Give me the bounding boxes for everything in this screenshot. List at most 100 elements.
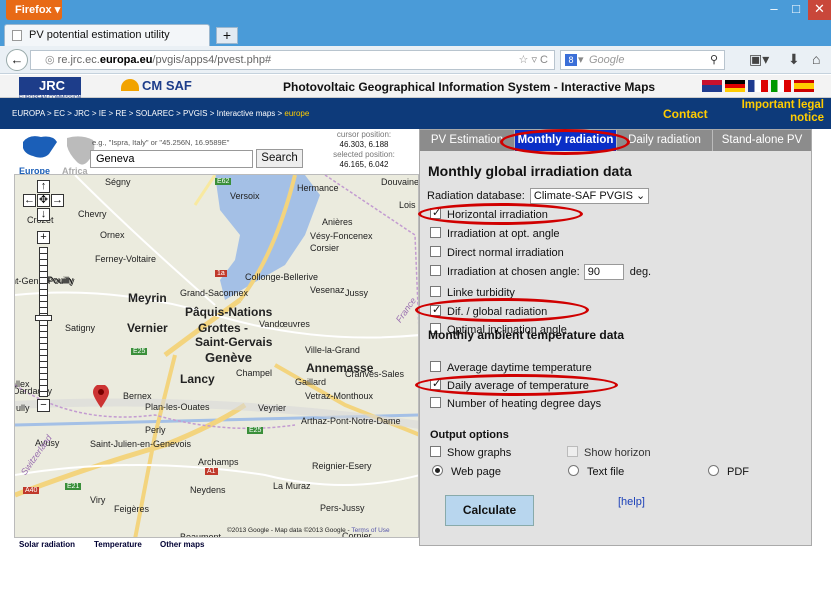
angle-unit: deg.	[629, 266, 652, 278]
location-search-input[interactable]	[90, 150, 253, 168]
zoom-out-icon[interactable]: −	[37, 399, 50, 412]
bookmarks-icon[interactable]: ▣▾	[749, 51, 769, 68]
calculate-button[interactable]: Calculate	[445, 495, 534, 526]
minimize-icon[interactable]: –	[763, 0, 785, 20]
map-label: Satigny	[65, 323, 96, 333]
chosen-angle-input[interactable]: 90	[583, 264, 624, 280]
home-icon[interactable]: ⌂	[812, 51, 820, 67]
map-label: Anières	[322, 217, 353, 227]
browser-tab[interactable]: PV potential estimation utility	[4, 24, 210, 46]
map-label: Genève	[205, 350, 252, 365]
titlebar: Firefox ▾ – □ ✕	[0, 0, 831, 24]
breadcrumb-links[interactable]: EUROPA > EC > JRC > IE > RE > SOLAREC > …	[12, 109, 284, 118]
help-link[interactable]: [help]	[618, 496, 645, 508]
pdf-radio[interactable]	[708, 465, 719, 476]
flag-fr-icon[interactable]	[748, 80, 768, 92]
temperature-option-label: Number of heating degree days	[447, 398, 602, 410]
cmsaf-logo[interactable]: CM SAF	[121, 78, 192, 93]
globe-icon: ◎	[45, 54, 58, 66]
radiation-option-checkbox[interactable]	[430, 286, 441, 297]
map-label: Viry	[90, 495, 106, 505]
selected-position-marker-icon[interactable]	[93, 384, 109, 408]
text-file-option[interactable]: Text file	[568, 465, 624, 478]
radiation-option-label: Irradiation at opt. angle	[447, 228, 560, 240]
search-bar[interactable]: 8 ▾ Google ⚲	[560, 50, 725, 70]
radiation-option-label: Irradiation at chosen angle:	[447, 266, 580, 278]
contact-link[interactable]: Contact	[663, 107, 708, 121]
tab-other-maps[interactable]: Other maps	[160, 540, 204, 549]
radiation-option[interactable]: Irradiation at opt. angle	[430, 227, 560, 240]
radiation-option[interactable]: Direct normal irradiation	[430, 246, 564, 259]
url-bar[interactable]: ◎ re.jrc.ec.europa.eu/pvgis/apps4/pvest.…	[30, 50, 555, 70]
search-button[interactable]: Search	[256, 149, 303, 168]
map-label: Vesenaz	[310, 285, 345, 295]
tab-daily-radiation[interactable]: Daily radiation	[617, 130, 713, 151]
map-label: Ferney-Voltaire	[95, 254, 157, 264]
tab-stand-alone-pv[interactable]: Stand-alone PV	[713, 130, 811, 151]
search-icon[interactable]: ⚲	[710, 51, 718, 69]
radiation-option-checkbox[interactable]	[430, 265, 441, 276]
tab-title: PV potential estimation utility	[29, 29, 170, 41]
map-label: Corsier	[310, 243, 340, 253]
pan-up-icon[interactable]: ↑	[37, 180, 50, 193]
show-graphs-option[interactable]: Show graphs	[430, 446, 511, 459]
new-tab-button[interactable]: +	[216, 27, 238, 44]
pan-left-icon[interactable]: ←	[23, 194, 36, 207]
pan-center-icon[interactable]: ✥	[37, 194, 50, 207]
map-label: Grand-Saconnex	[180, 288, 249, 298]
zoom-in-icon[interactable]: +	[37, 231, 50, 244]
tab-temperature[interactable]: Temperature	[94, 540, 142, 549]
zoom-slider-handle[interactable]	[35, 315, 52, 321]
web-page-radio[interactable]	[432, 465, 443, 476]
close-icon[interactable]: ✕	[808, 0, 831, 20]
flag-it-icon[interactable]	[771, 80, 791, 92]
pdf-option[interactable]: PDF	[708, 465, 749, 478]
map-label: Champel	[236, 368, 273, 378]
tab-solar-radiation[interactable]: Solar radiation	[19, 540, 75, 549]
zoom-slider[interactable]	[39, 247, 48, 397]
legal-notice-link[interactable]: Important legal notice	[724, 99, 824, 125]
temperature-option[interactable]: Number of heating degree days	[430, 397, 601, 410]
map-label: Lois	[399, 200, 416, 210]
back-button[interactable]: ←	[6, 49, 28, 71]
highlight-daily-average-temperature	[415, 374, 618, 396]
temperature-option-checkbox[interactable]	[430, 361, 441, 372]
jrc-logo[interactable]: JRC	[19, 77, 81, 95]
flag-en-icon[interactable]	[702, 80, 722, 92]
pan-down-icon[interactable]: ↓	[37, 208, 50, 221]
map-label: Reignier-Esery	[312, 461, 372, 471]
map-label: Vésy-Foncenex	[310, 231, 373, 241]
show-horizon-checkbox[interactable]	[567, 446, 578, 457]
map-label: Pâquis-Nations	[185, 305, 273, 319]
navigation-bar: ← ◎ re.jrc.ec.europa.eu/pvgis/apps4/pves…	[0, 46, 831, 74]
radiation-option-checkbox[interactable]	[430, 227, 441, 238]
temperature-option[interactable]: Average daytime temperature	[430, 361, 592, 374]
flag-es-icon[interactable]	[794, 80, 814, 92]
map-label: La Muraz	[273, 481, 311, 491]
radiation-option[interactable]: Irradiation at chosen angle: 90 deg.	[430, 264, 651, 280]
road-shield: E21	[65, 483, 82, 490]
temperature-option-checkbox[interactable]	[430, 397, 441, 408]
pan-right-icon[interactable]: →	[51, 194, 64, 207]
map-label: Neydens	[190, 485, 226, 495]
map-label: Jussy	[345, 288, 369, 298]
web-page-option[interactable]: Web page	[432, 465, 501, 478]
map-label: Hermance	[297, 183, 339, 193]
radiation-database-select[interactable]: Climate-SAF PVGIS ⌄	[529, 188, 650, 204]
download-icon[interactable]: ⬇	[788, 51, 800, 68]
flag-de-icon[interactable]	[725, 80, 745, 92]
maximize-icon[interactable]: □	[785, 0, 807, 20]
terms-link[interactable]: Terms of Use	[351, 527, 389, 534]
show-horizon-option[interactable]: Show horizon	[567, 446, 651, 459]
map-label: Gaillard	[295, 377, 327, 387]
map-view[interactable]: SégnyVersoixHermanceDouvaineChevryCrozet…	[14, 174, 419, 538]
map-label: Vetraz-Monthoux	[305, 391, 374, 401]
text-file-radio[interactable]	[568, 465, 579, 476]
road-shield: E62	[215, 178, 232, 185]
show-graphs-checkbox[interactable]	[430, 446, 441, 457]
radiation-option-checkbox[interactable]	[430, 246, 441, 257]
radiation-database-row: Radiation database: Climate-SAF PVGIS ⌄	[427, 188, 650, 204]
map-label: Veyrier	[258, 403, 287, 413]
firefox-menu-button[interactable]: Firefox ▾	[6, 0, 62, 20]
bookmark-star-icon[interactable]: ☆ ▿ C	[519, 51, 548, 69]
